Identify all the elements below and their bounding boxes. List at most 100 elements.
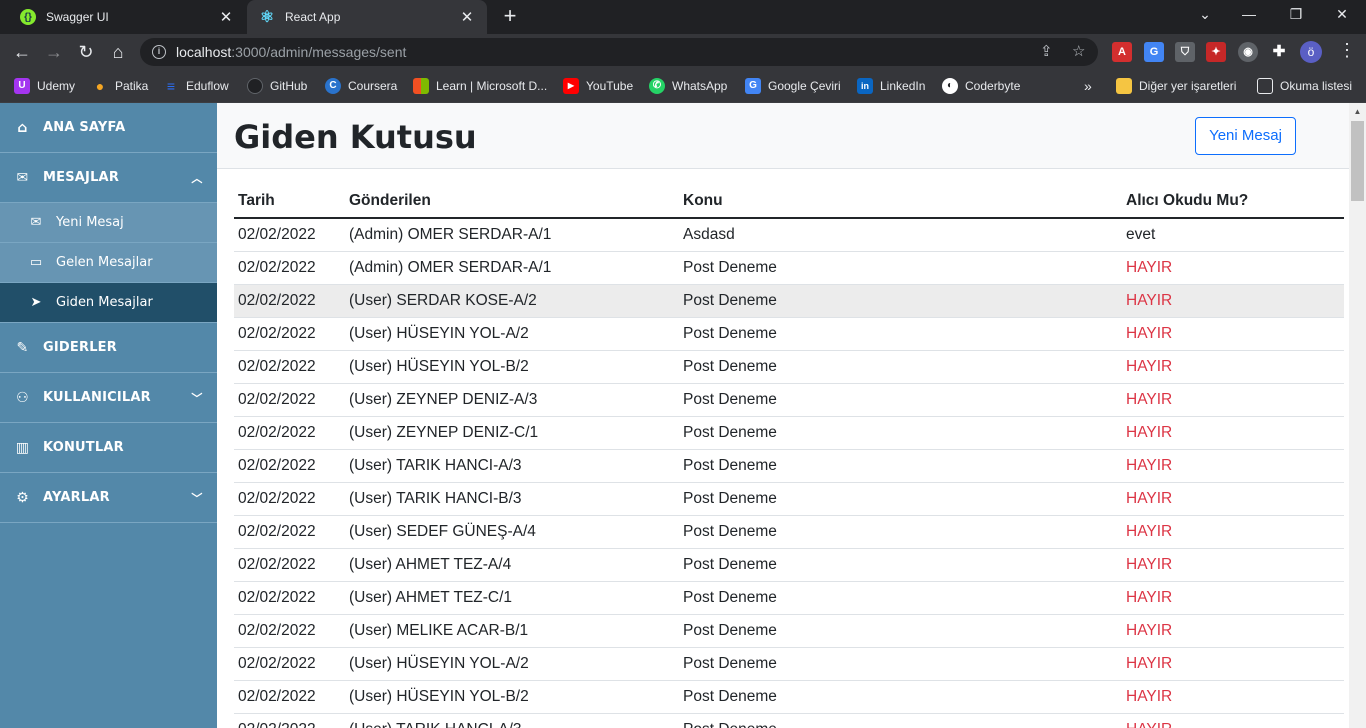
bookmark-whatsapp[interactable]: ✆ WhatsApp — [649, 76, 727, 96]
sidebar-item-housing[interactable]: ▥ KONUTLAR — [0, 423, 217, 473]
sidebar-item-users[interactable]: ⚇ KULLANICILAR ﹀ — [0, 373, 217, 423]
bookmark-patika[interactable]: ● Patika — [92, 76, 149, 96]
eduflow-icon: ≡ — [166, 78, 176, 94]
shield-extension-icon[interactable]: ⛉ — [1175, 42, 1195, 62]
close-window-icon[interactable]: ✕ — [1330, 6, 1354, 23]
table-row[interactable]: 02/02/2022 (User) HÜSEYIN YOL-B/2 Post Den… — [234, 680, 1344, 714]
cell-sent-to: (User) ZEYNEP DENIZ-A/3 — [345, 383, 679, 417]
bookmark-label: Patika — [115, 79, 149, 93]
table-row[interactable]: 02/02/2022(User) TARIK HANCI-A/3Post Den… — [234, 449, 1344, 483]
sidebar-subitem-inbox[interactable]: ▭ Gelen Mesajlar — [0, 243, 217, 283]
cell-subject: Post Deneme — [679, 680, 1122, 714]
page-scrollbar[interactable]: ▲ — [1349, 103, 1366, 728]
bookmark-youtube[interactable]: ▶ YouTube — [563, 76, 633, 96]
column-header-subject[interactable]: Konu — [679, 185, 1122, 219]
table-row[interactable]: 02/02/2022 (Admin) OMER SERDAR-A/1 Post De… — [234, 251, 1344, 285]
cell-sent-to: (User) SERDAR KOSE-A/2 — [345, 284, 679, 318]
bookmark-github[interactable]: GitHub — [247, 76, 307, 96]
bookmark-udemy[interactable]: U Udemy — [14, 76, 75, 96]
bookmark-microsoft-learn[interactable]: Learn | Microsoft D... — [413, 76, 547, 96]
cell-subject: Post Deneme — [679, 416, 1122, 450]
close-tab-icon[interactable]: ✕ — [459, 8, 475, 26]
table-row[interactable]: 02/02/2022(User) TARIK HANCI-A/3Post Den… — [234, 713, 1344, 728]
bookmark-label: Google Çeviri — [768, 79, 841, 93]
new-tab-button[interactable]: + — [498, 5, 522, 29]
close-tab-icon[interactable]: ✕ — [218, 8, 234, 26]
scrollbar-thumb[interactable] — [1351, 121, 1364, 201]
home-icon[interactable]: ⌂ — [106, 40, 130, 64]
table-row[interactable]: 02/02/2022 (User) HÜSEYIN YOL-B/2 Post Den… — [234, 350, 1344, 384]
bookmark-coursera[interactable]: C Coursera — [325, 76, 397, 96]
restore-icon[interactable]: ❐ — [1284, 6, 1308, 23]
tool-extension-icon[interactable]: ✦ — [1206, 42, 1226, 62]
table-row[interactable]: 02/02/2022 (User) ZEYNEP DENIZ-C/1 Post De… — [234, 416, 1344, 450]
reading-list-button[interactable]: Okuma listesi — [1257, 76, 1352, 96]
cell-read-status: HAYIR — [1122, 515, 1344, 549]
sidebar-item-messages[interactable]: ✉ MESAJLAR ︿ — [0, 153, 217, 203]
table-row[interactable]: 02/02/2022 (Admin) OMER SERDAR-A/1 Asdasd e… — [234, 218, 1344, 252]
address-bar[interactable]: i localhost:3000/admin/messages/sent ⇪ ☆ — [140, 38, 1098, 66]
sidebar-item-home[interactable]: ⌂ ANA SAYFA — [0, 103, 217, 153]
share-icon[interactable]: ⇪ — [1040, 38, 1053, 66]
table-row[interactable]: 02/02/2022 (User) HÜSEYIN YOL-A/2 Post Den… — [234, 647, 1344, 681]
translate-extension-icon[interactable]: G — [1144, 42, 1164, 62]
cell-read-status: HAYIR — [1122, 680, 1344, 714]
reading-list-icon — [1257, 78, 1273, 94]
chevron-down-icon: ﹀ — [191, 491, 203, 505]
bookmark-star-icon[interactable]: ☆ — [1072, 38, 1085, 66]
tab-search-icon[interactable]: ⌄ — [1193, 6, 1217, 23]
coderbyte-icon: ◐ — [942, 78, 958, 94]
tab-swagger-ui[interactable]: {} Swagger UI ✕ — [8, 0, 246, 34]
cell-sent-to: (User) HÜSEYIN YOL-B/2 — [345, 680, 679, 714]
record-extension-icon[interactable]: ◉ — [1238, 42, 1258, 62]
table-row[interactable]: 02/02/2022 (User) SEDEF GÜNEŞ-A/4 Post Den… — [234, 515, 1344, 549]
cell-read-status: HAYIR — [1122, 482, 1344, 516]
sidebar-subitem-sent[interactable]: ➤ Giden Mesajlar — [0, 283, 217, 323]
sidebar-item-settings[interactable]: ⚙ AYARLAR ﹀ — [0, 473, 217, 523]
table-row[interactable]: 02/02/2022 (User) ZEYNEP DENIZ-A/3 Post De… — [234, 383, 1344, 417]
cell-subject: Post Deneme — [679, 284, 1122, 318]
bookmark-coderbyte[interactable]: ◐ Coderbyte — [942, 76, 1020, 96]
more-bookmarks-icon[interactable]: » — [1084, 76, 1092, 96]
table-row[interactable]: 02/02/2022 (User) TARIK HANCI-B/3 Post Den… — [234, 482, 1344, 516]
minimize-icon[interactable]: — — [1237, 6, 1261, 22]
sidebar-item-label: GIDERLER — [43, 340, 117, 355]
column-header-date[interactable]: Tarih — [234, 185, 345, 219]
site-info-icon[interactable]: i — [152, 45, 166, 59]
table-row[interactable]: 02/02/2022 (User) MELIKE ACAR-B/1 Post Den… — [234, 614, 1344, 648]
cell-date: 02/02/2022 — [234, 614, 345, 648]
browser-menu-icon[interactable]: ⋮ — [1338, 40, 1356, 61]
bookmark-eduflow[interactable]: ≡ Eduflow — [163, 76, 229, 96]
table-row[interactable]: 02/02/2022 (User) AHMET TEZ-C/1 Post Denem… — [234, 581, 1344, 615]
forward-icon[interactable]: → — [42, 40, 66, 64]
bookmark-other-folder[interactable]: Diğer yer işaretleri — [1116, 76, 1236, 96]
scroll-up-arrow-icon[interactable]: ▲ — [1349, 103, 1366, 120]
cell-subject: Post Deneme — [679, 251, 1122, 285]
bookmark-label: WhatsApp — [672, 79, 728, 93]
sidebar-item-expenses[interactable]: ✎ GIDERLER — [0, 323, 217, 373]
table-row[interactable]: 02/02/2022 (User) HÜSEYIN YOL-A/2 Post Den… — [234, 317, 1344, 351]
bookmark-linkedin[interactable]: in LinkedIn — [857, 76, 925, 96]
reload-icon[interactable]: ↻ — [74, 40, 98, 64]
table-header-row: Tarih Gönderilen Konu Alıcı Okudu Mu? — [234, 185, 1344, 219]
column-header-read[interactable]: Alıcı Okudu Mu? — [1122, 185, 1344, 219]
extensions-puzzle-icon[interactable]: ✚ — [1269, 42, 1289, 62]
table-row[interactable]: 02/02/2022 (User) AHMET TEZ-A/4 Post Denem… — [234, 548, 1344, 582]
tab-react-app[interactable]: ⚛ React App ✕ — [247, 0, 487, 34]
new-message-button[interactable]: Yeni Mesaj — [1195, 117, 1296, 155]
bookmark-google-translate[interactable]: G Google Çeviri — [745, 76, 841, 96]
users-icon: ⚇ — [16, 389, 29, 406]
pdf-extension-icon[interactable]: A — [1112, 42, 1132, 62]
main-content: Giden Kutusu Yeni Mesaj Tarih Gönderilen… — [217, 103, 1349, 728]
profile-avatar[interactable]: ö — [1300, 41, 1322, 63]
cell-subject: Post Deneme — [679, 548, 1122, 582]
sidebar-subitem-new-message[interactable]: ✉ Yeni Mesaj — [0, 203, 217, 243]
chevron-up-icon: ︿ — [191, 171, 203, 185]
cell-subject: Post Deneme — [679, 482, 1122, 516]
cell-sent-to: (User) HÜSEYIN YOL-A/2 — [345, 647, 679, 681]
cell-sent-to: (User) TARIK HANCI-A/3 — [345, 713, 679, 728]
table-row[interactable]: 02/02/2022 (User) SERDAR KOSE-A/2 Post Den… — [234, 284, 1344, 318]
column-header-sent-to[interactable]: Gönderilen — [345, 185, 679, 219]
back-icon[interactable]: ← — [10, 40, 34, 64]
cell-subject: Post Deneme — [679, 581, 1122, 615]
